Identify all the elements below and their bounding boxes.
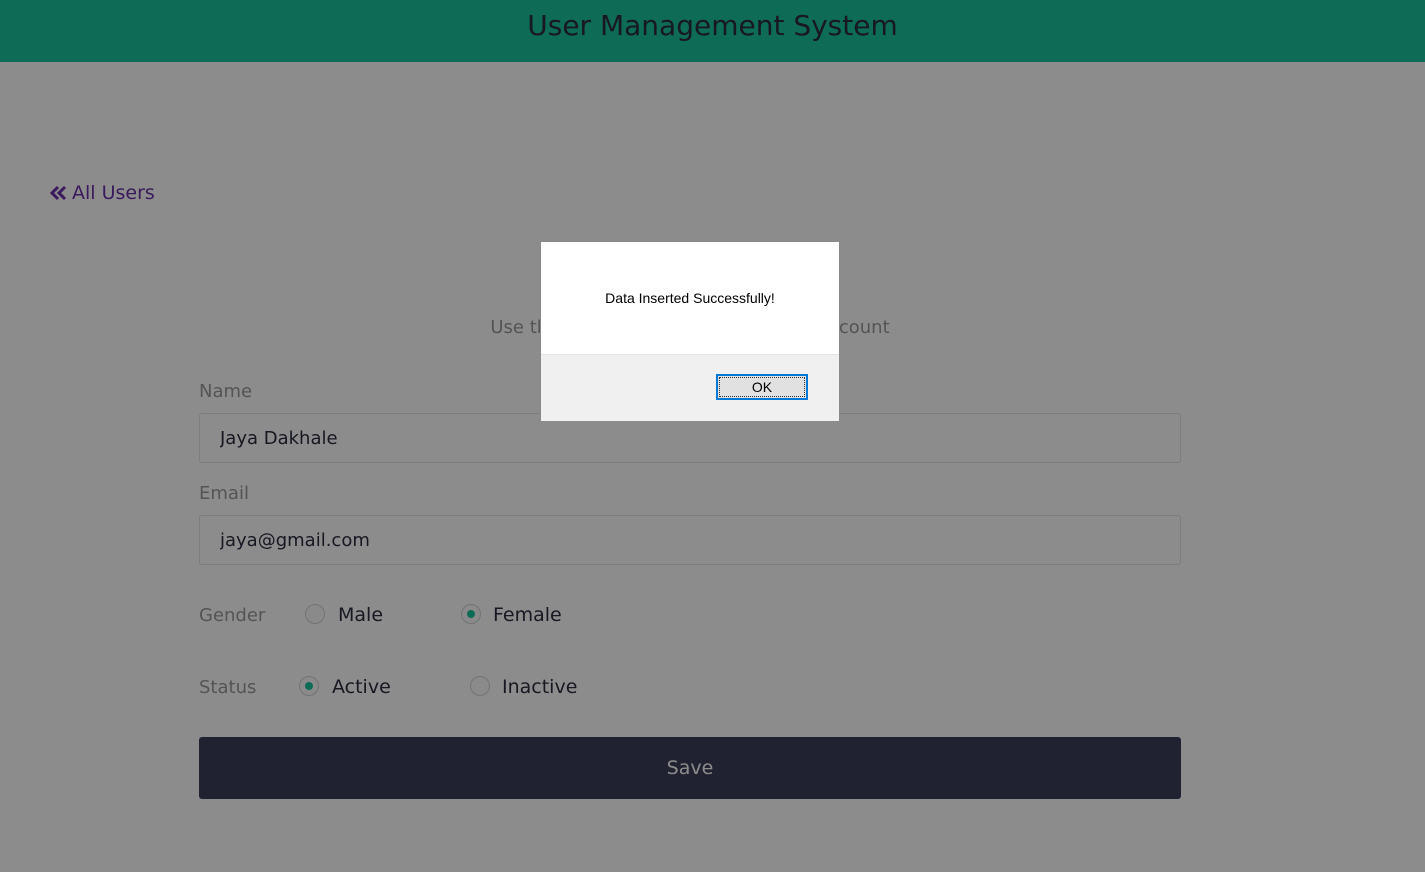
dialog-footer: OK: [541, 354, 839, 421]
modal-backdrop: [0, 0, 1425, 872]
alert-dialog: Data Inserted Successfully! OK: [540, 241, 840, 421]
dialog-message: Data Inserted Successfully!: [605, 290, 775, 306]
ok-button[interactable]: OK: [716, 374, 808, 400]
